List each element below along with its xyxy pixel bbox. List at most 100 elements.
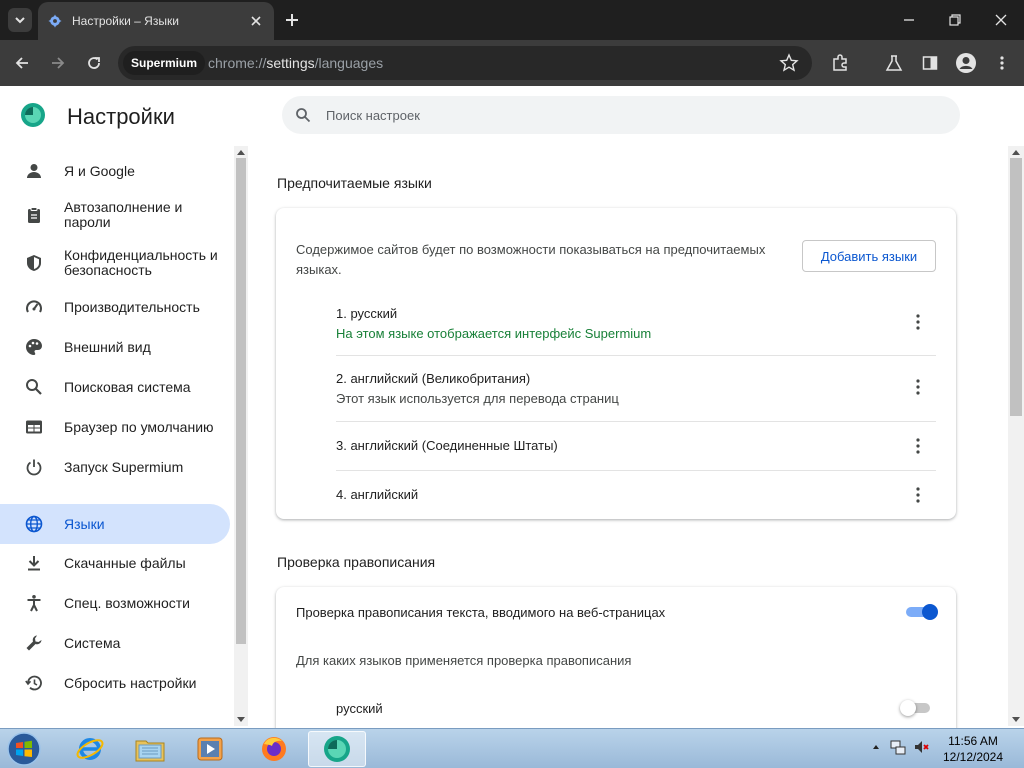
taskbar-clock[interactable]: 11:56 AM 12/12/2024 xyxy=(938,733,1008,765)
side-panel-button[interactable] xyxy=(918,51,942,75)
sidebar-item-languages[interactable]: Языки xyxy=(0,504,230,544)
history-icon xyxy=(24,673,44,693)
preferred-languages-card: Содержимое сайтов будет по возможности п… xyxy=(276,208,956,519)
restore-button[interactable] xyxy=(944,9,966,31)
sidebar-item-system[interactable]: Система xyxy=(0,624,230,662)
sidebar-item-reset[interactable]: Сбросить настройки xyxy=(0,664,230,702)
back-button[interactable] xyxy=(10,51,34,75)
network-tray-icon[interactable] xyxy=(890,739,906,755)
extensions-button[interactable] xyxy=(828,51,852,75)
spellcheck-russian-toggle[interactable] xyxy=(900,700,934,716)
language-name: 3. английский (Соединенные Штаты) xyxy=(336,438,558,453)
more-vert-icon xyxy=(1000,56,1004,70)
accessibility-icon xyxy=(24,593,44,613)
spellcheck-card: Проверка правописания текста, вводимого … xyxy=(276,587,956,728)
taskbar-file-explorer[interactable] xyxy=(122,731,178,767)
minimize-icon xyxy=(904,19,914,21)
sidebar-item-label: Скачанные файлы xyxy=(64,554,186,571)
sidebar-item-search-engine[interactable]: Поисковая система xyxy=(0,368,230,406)
firefox-icon xyxy=(262,737,286,761)
arrow-left-icon xyxy=(15,57,28,69)
reload-button[interactable] xyxy=(82,51,106,75)
new-tab-button[interactable] xyxy=(282,10,302,30)
close-window-button[interactable] xyxy=(990,9,1012,31)
sidebar-item-privacy[interactable]: Конфиденциальность и безопасность xyxy=(0,244,230,282)
language-menu-button[interactable] xyxy=(910,312,926,332)
network-icon xyxy=(890,740,906,755)
language-row: 3. английский (Соединенные Штаты) xyxy=(336,438,936,458)
download-icon xyxy=(24,553,44,573)
language-menu-button[interactable] xyxy=(910,436,926,456)
sidebar-item-label: Браузер по умолчанию xyxy=(64,418,214,435)
person-icon xyxy=(24,161,44,181)
bookmark-star-icon[interactable] xyxy=(779,53,799,73)
language-menu-button[interactable] xyxy=(910,485,926,505)
reload-icon xyxy=(88,57,100,69)
search-input[interactable] xyxy=(326,96,926,134)
sidebar-scrollbar-thumb[interactable] xyxy=(236,158,246,644)
language-row: 4. английский xyxy=(336,487,936,507)
tab-close-button[interactable] xyxy=(248,13,264,29)
language-menu-button[interactable] xyxy=(910,377,926,397)
main-scrollbar-thumb[interactable] xyxy=(1010,158,1022,416)
sidebar-item-appearance[interactable]: Внешний вид xyxy=(0,328,230,366)
spellcheck-language-name: русский xyxy=(336,701,383,716)
sidebar-item-downloads[interactable]: Скачанные файлы xyxy=(0,544,230,582)
spellcheck-toggle[interactable] xyxy=(904,604,938,620)
taskbar-supermium[interactable] xyxy=(308,731,366,767)
sidebar-item-label: Сбросить настройки xyxy=(64,674,197,691)
page-title: Настройки xyxy=(67,104,175,129)
palette-icon xyxy=(24,337,44,357)
scroll-down-arrow-icon[interactable] xyxy=(237,717,245,722)
taskbar-media-player[interactable] xyxy=(182,731,238,767)
scroll-up-arrow-icon[interactable] xyxy=(1012,150,1020,155)
language-note: На этом языке отображается интерфейс Sup… xyxy=(336,326,652,341)
sidebar-item-accessibility[interactable]: Спец. возможности xyxy=(0,584,230,622)
sidebar-item-autofill[interactable]: Автозаполнение и пароли xyxy=(0,196,230,234)
volume-tray-icon[interactable] xyxy=(914,739,930,755)
labs-button[interactable] xyxy=(882,51,906,75)
site-chip[interactable]: Supermium xyxy=(123,51,206,75)
add-languages-button[interactable]: Добавить языки xyxy=(802,240,936,272)
sidebar-item-label: Языки xyxy=(64,515,105,532)
windows-taskbar: 11:56 AM 12/12/2024 xyxy=(0,728,1024,768)
sidebar-item-on-startup[interactable]: Запуск Supermium xyxy=(0,448,230,486)
scroll-down-arrow-icon[interactable] xyxy=(1012,717,1020,722)
restore-icon xyxy=(949,14,961,26)
taskbar-internet-explorer[interactable] xyxy=(62,731,118,767)
scroll-up-arrow-icon[interactable] xyxy=(237,150,245,155)
sidebar-item-default-browser[interactable]: Браузер по умолчанию xyxy=(0,408,230,446)
speedometer-icon xyxy=(24,297,44,317)
windows-start-icon xyxy=(7,732,41,766)
profile-button[interactable] xyxy=(954,51,978,75)
tab-search-button[interactable] xyxy=(8,8,32,32)
minimize-button[interactable] xyxy=(898,9,920,31)
show-hidden-icons-button[interactable] xyxy=(868,739,884,755)
spellcheck-heading: Проверка правописания xyxy=(277,554,436,570)
clock-date: 12/12/2024 xyxy=(942,750,1004,764)
sidebar-item-you-and-google[interactable]: Я и Google xyxy=(0,152,230,190)
forward-button[interactable] xyxy=(46,51,70,75)
settings-search[interactable] xyxy=(282,96,960,134)
sidebar-item-label: Поисковая система xyxy=(64,378,191,395)
close-icon xyxy=(995,14,1007,26)
gear-icon xyxy=(48,14,62,28)
menu-button[interactable] xyxy=(990,51,1014,75)
taskbar-firefox[interactable] xyxy=(246,731,302,767)
language-row: 2. английский (Великобритания) Этот язык… xyxy=(336,371,936,411)
sidebar-item-performance[interactable]: Производительность xyxy=(0,288,230,326)
sidebar-item-label: Я и Google xyxy=(64,162,135,179)
sidebar-item-label: Спец. возможности xyxy=(64,594,190,611)
address-bar[interactable]: Supermium chrome://settings/languages xyxy=(118,46,812,80)
internet-explorer-icon xyxy=(76,738,104,760)
tab-settings-languages[interactable]: Настройки – Языки xyxy=(38,2,274,40)
puzzle-icon xyxy=(833,54,847,71)
settings-page: Настройки Я и Google Автозаполнение и па… xyxy=(0,86,1024,728)
more-vert-icon xyxy=(916,314,920,330)
supermium-logo-icon xyxy=(21,103,45,127)
preferred-languages-description: Содержимое сайтов будет по возможности п… xyxy=(296,242,766,277)
toggle-knob xyxy=(922,604,938,620)
start-button[interactable] xyxy=(4,731,44,767)
sidebar: Я и Google Автозаполнение и пароли Конфи… xyxy=(0,146,232,728)
chevron-up-icon xyxy=(873,745,879,749)
